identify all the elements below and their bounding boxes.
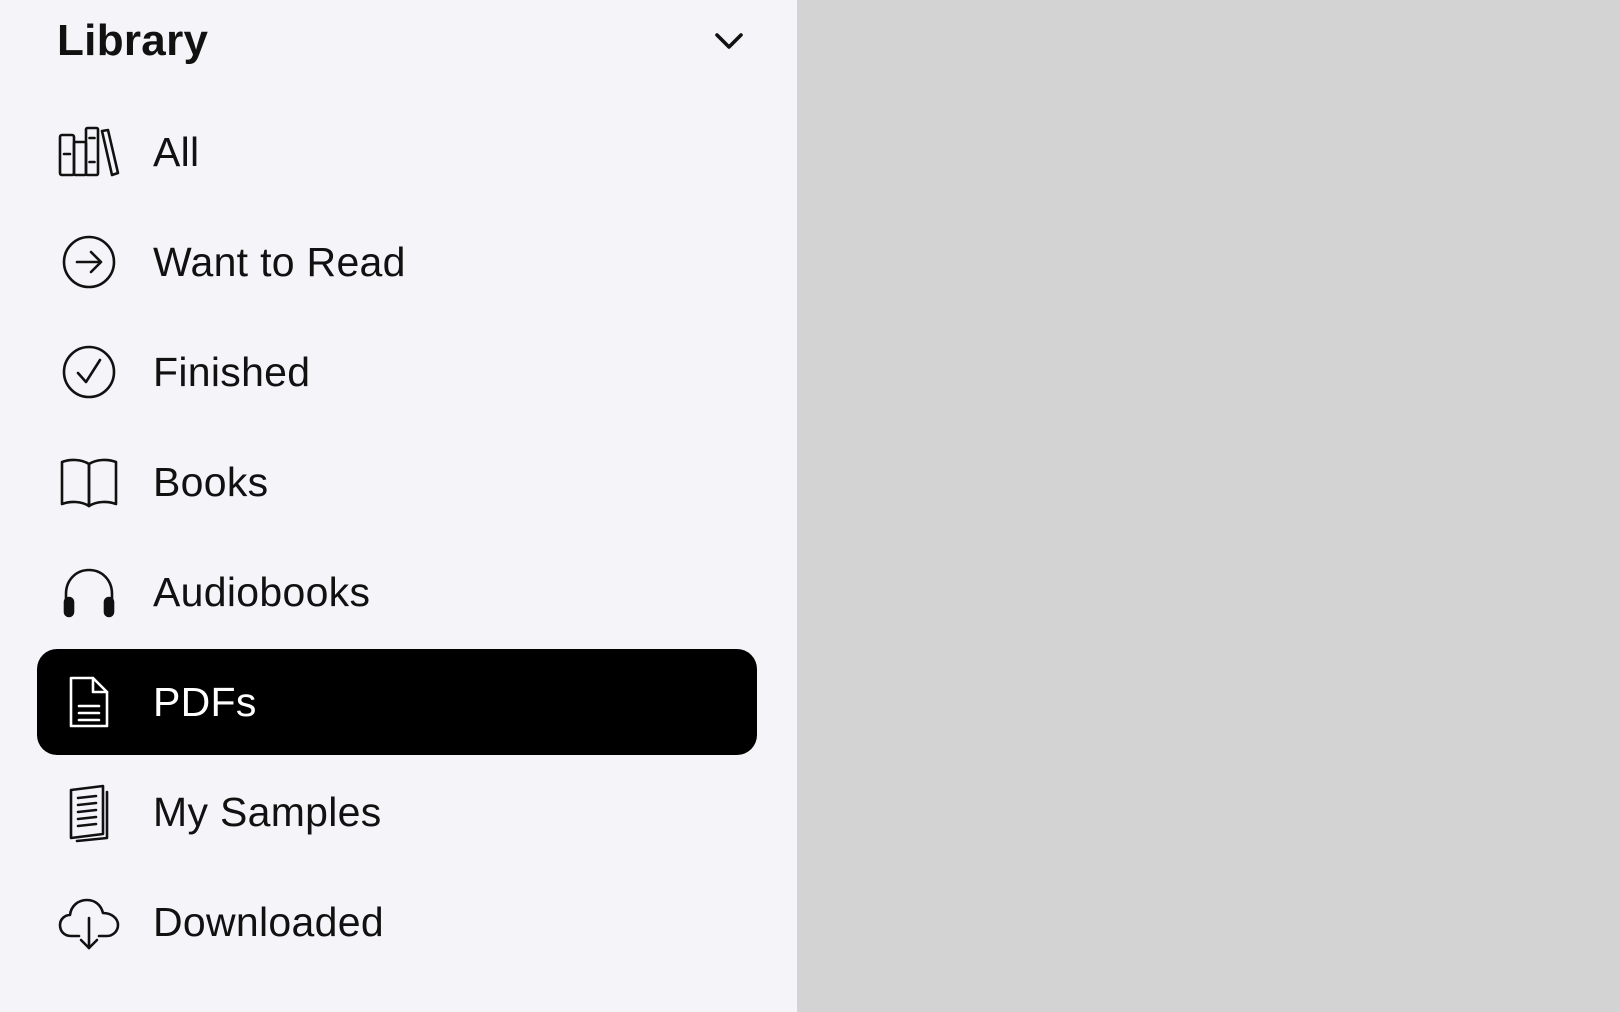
library-section-title: Library	[57, 16, 209, 65]
sidebar-item-want-to-read[interactable]: Want to Read	[37, 209, 757, 315]
cloud-download-icon	[57, 890, 121, 954]
sidebar-item-label: Want to Read	[153, 238, 406, 285]
arrow-right-circle-icon	[57, 230, 121, 294]
app-window: Library All Want to Read Finished Books …	[0, 0, 1620, 1012]
chevron-down-icon[interactable]	[711, 23, 747, 59]
library-nav-list: All Want to Read Finished Books Audioboo…	[37, 99, 757, 979]
sidebar-item-label: Downloaded	[153, 898, 384, 945]
sidebar-item-all[interactable]: All	[37, 99, 757, 205]
open-book-icon	[57, 450, 121, 514]
sidebar-item-label: All	[153, 128, 200, 175]
library-sidebar: Library All Want to Read Finished Books …	[0, 0, 797, 1012]
sample-pages-icon	[57, 780, 121, 844]
sidebar-item-my-samples[interactable]: My Samples	[37, 759, 757, 865]
library-section-header[interactable]: Library	[57, 10, 747, 72]
content-area	[797, 0, 1620, 1012]
document-icon	[57, 670, 121, 734]
headphones-icon	[57, 560, 121, 624]
checkmark-circle-icon	[57, 340, 121, 404]
sidebar-item-label: Books	[153, 458, 269, 505]
sidebar-item-finished[interactable]: Finished	[37, 319, 757, 425]
sidebar-item-label: Audiobooks	[153, 568, 371, 615]
sidebar-item-label: Finished	[153, 348, 311, 395]
bookshelf-icon	[57, 120, 121, 184]
sidebar-item-books[interactable]: Books	[37, 429, 757, 535]
sidebar-item-pdfs[interactable]: PDFs	[37, 649, 757, 755]
sidebar-item-label: My Samples	[153, 788, 382, 835]
sidebar-item-label: PDFs	[153, 678, 257, 725]
sidebar-item-downloaded[interactable]: Downloaded	[37, 869, 757, 975]
sidebar-item-audiobooks[interactable]: Audiobooks	[37, 539, 757, 645]
